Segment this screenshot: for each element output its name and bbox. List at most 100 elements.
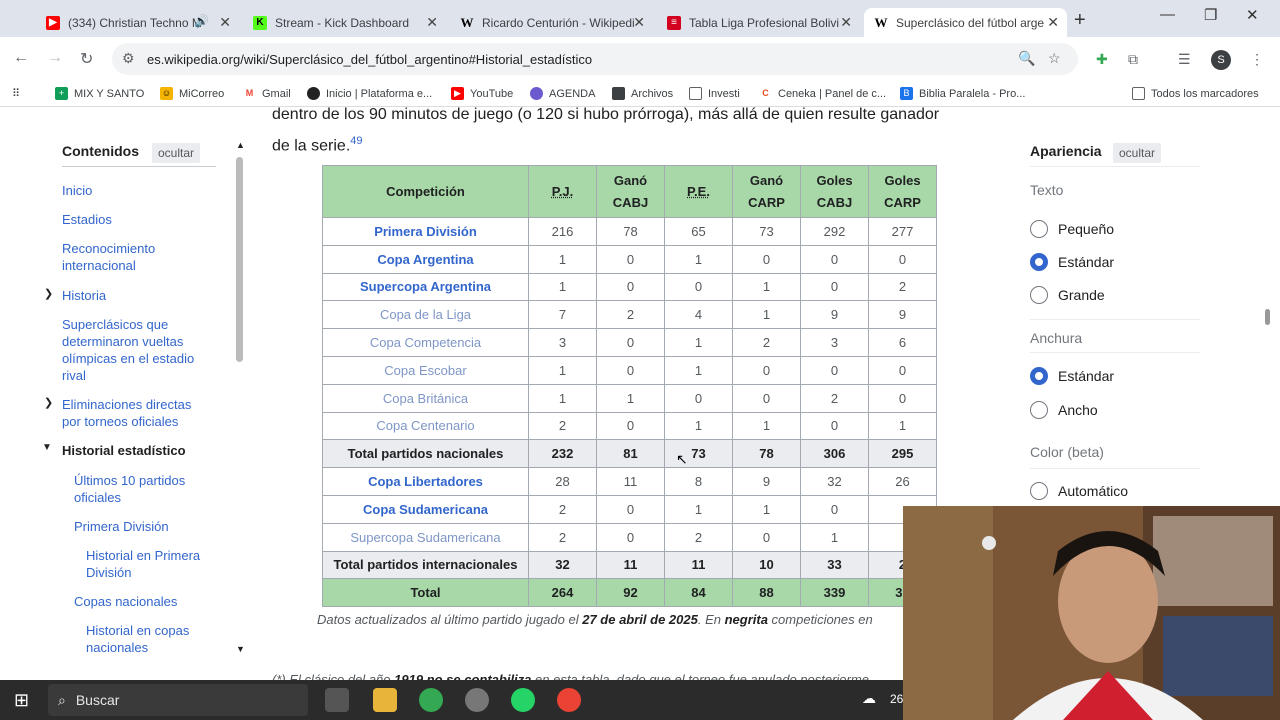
bookmark-item[interactable]: C Ceneka | Panel de c... [759, 87, 886, 100]
reload-icon[interactable]: ↻ [80, 49, 93, 69]
menu-icon[interactable]: ⋮ [1250, 51, 1264, 68]
extensions-icon[interactable]: ⧉ [1128, 51, 1138, 68]
radio-color-auto[interactable]: Automático [1030, 482, 1128, 500]
forward-icon[interactable]: → [47, 49, 63, 67]
toc-item-estadios[interactable]: Estadios [62, 211, 112, 228]
bookmark-item[interactable]: ▶ YouTube [451, 87, 513, 100]
bookmark-star-icon[interactable]: ☆ [1048, 50, 1061, 67]
toc-scrollbar[interactable] [236, 157, 243, 362]
toc-item-primera-division[interactable]: Primera División [74, 518, 169, 535]
avatar[interactable]: S [1211, 50, 1231, 70]
competition-link[interactable]: Primera División [374, 224, 477, 239]
site-info-icon[interactable]: ⚙ [122, 50, 135, 67]
page-scrollbar[interactable] [1265, 309, 1270, 325]
close-icon[interactable]: ✕ [1047, 14, 1059, 31]
competition-link[interactable]: Supercopa Sudamericana [350, 530, 500, 545]
bookmark-item[interactable]: Inicio | Plataforma e... [307, 87, 432, 100]
bookmark-item[interactable]: AGENDA [530, 87, 595, 100]
scroll-up-icon[interactable]: ▲ [236, 140, 245, 150]
toc-item-superclasicos-vueltas[interactable]: Superclásicos que determinaron vueltas o… [62, 316, 212, 384]
back-icon[interactable]: ← [13, 49, 29, 67]
radio-icon[interactable] [1030, 220, 1048, 238]
competition-link[interactable]: Copa Libertadores [368, 474, 483, 489]
windows-start-icon[interactable]: ⊞ [14, 690, 29, 711]
competition-link[interactable]: Copa Británica [383, 391, 468, 406]
close-icon[interactable]: ✕ [840, 14, 852, 31]
table-cell: 0 [868, 383, 937, 413]
radio-selected-icon[interactable] [1030, 367, 1048, 385]
new-tab-button[interactable]: + [1074, 9, 1086, 32]
table-cell: 2 [868, 272, 937, 302]
tab-youtube[interactable]: ▶ (334) Christian Techno M 🔊 ✕ [36, 8, 239, 37]
scroll-down-icon[interactable]: ▼ [236, 644, 245, 654]
tab-kick[interactable]: K Stream - Kick Dashboard ✕ [243, 8, 446, 37]
file-explorer-icon[interactable] [373, 688, 397, 712]
toc-item-ultimos-10[interactable]: Últimos 10 partidos oficiales [74, 472, 214, 506]
competition-link[interactable]: Copa Argentina [377, 252, 473, 267]
radio-icon[interactable] [1030, 286, 1048, 304]
toc-item-historial-primera[interactable]: Historial en Primera División [86, 547, 216, 581]
competition-link[interactable]: Copa Sudamericana [363, 502, 488, 517]
appearance-title: Apariencia [1030, 143, 1102, 159]
taskbar-search[interactable]: ⌕ Buscar [48, 684, 308, 716]
tab-wikipedia-centurion[interactable]: W Ricardo Centurión - Wikipedi ✕ [450, 8, 653, 37]
bookmark-item[interactable]: Investi [689, 87, 740, 100]
bookmark-item[interactable]: M Gmail [243, 87, 291, 100]
tab-superclasico[interactable]: W Superclásico del fútbol arge ✕ [864, 8, 1067, 37]
competition-link[interactable]: Supercopa Argentina [360, 279, 491, 294]
competition-link[interactable]: Copa Centenario [376, 418, 474, 433]
bookmark-item[interactable]: + MIX Y SANTO [55, 87, 144, 100]
chevron-right-icon[interactable]: ❯ [44, 396, 53, 409]
chevron-down-icon[interactable]: ▼ [42, 442, 52, 453]
radio-text-standard[interactable]: Estándar [1030, 253, 1114, 271]
table-cell: 292 [800, 217, 869, 246]
reference-link[interactable]: 49 [350, 135, 362, 147]
toc-item-eliminaciones[interactable]: Eliminaciones directas por torneos ofici… [62, 396, 212, 430]
zoom-icon[interactable]: 🔍 [1018, 50, 1035, 67]
bookmark-item[interactable]: B Biblia Paralela - Pro... [900, 87, 1025, 100]
toc-item-historial-copas[interactable]: Historial en copas nacionales [86, 622, 216, 656]
window-close-icon[interactable]: ✕ [1246, 6, 1259, 24]
close-icon[interactable]: ✕ [219, 14, 231, 31]
speaker-icon[interactable]: 🔊 [194, 14, 209, 28]
toc-item-historial-estadistico[interactable]: Historial estadístico [62, 442, 186, 459]
chrome-icon[interactable] [557, 688, 581, 712]
chrome-icon[interactable] [419, 688, 443, 712]
radio-icon[interactable] [1030, 482, 1048, 500]
restore-icon[interactable]: ❐ [1204, 6, 1217, 24]
chevron-right-icon[interactable]: ❯ [44, 287, 53, 300]
toc-item-historia[interactable]: Historia [62, 287, 106, 304]
competition-link[interactable]: Copa Competencia [370, 335, 481, 350]
minimize-icon[interactable]: — [1160, 6, 1175, 23]
all-bookmarks[interactable]: Todos los marcadores [1132, 87, 1259, 100]
apps-icon[interactable]: ⠿ [12, 87, 20, 100]
appearance-hide-button[interactable]: ocultar [1113, 143, 1162, 163]
toc-item-inicio[interactable]: Inicio [62, 182, 92, 199]
competition-link[interactable]: Copa Escobar [384, 363, 466, 378]
radio-text-large[interactable]: Grande [1030, 286, 1105, 304]
close-icon[interactable]: ✕ [426, 14, 438, 31]
competition-link[interactable]: Copa de la Liga [380, 307, 471, 322]
table-row: Copa Británica 1 1 0 0 2 0 [322, 383, 937, 413]
radio-selected-icon[interactable] [1030, 253, 1048, 271]
media-icon[interactable]: ☰ [1178, 51, 1191, 68]
extension-plus-icon[interactable]: ✚ [1096, 51, 1108, 68]
radio-width-standard[interactable]: Estándar [1030, 367, 1114, 385]
radio-width-wide[interactable]: Ancho [1030, 401, 1098, 419]
close-icon[interactable]: ✕ [633, 14, 645, 31]
address-bar[interactable]: ⚙ es.wikipedia.org/wiki/Superclásico_del… [112, 43, 1078, 75]
task-view-icon[interactable] [325, 688, 349, 712]
toc-item-copas-nacionales[interactable]: Copas nacionales [74, 593, 177, 610]
table-header-row: Competición P.J. Ganó CABJ P.E. Ganó CAR… [322, 165, 937, 218]
bookmark-item[interactable]: ☺ MiCorreo [160, 87, 224, 100]
radio-text-small[interactable]: Pequeño [1030, 220, 1114, 238]
app-icon[interactable] [465, 688, 489, 712]
weather-icon[interactable]: ☁ [862, 690, 876, 707]
toc-item-reconocimiento[interactable]: Reconocimiento internacional [62, 240, 202, 274]
mouse-cursor-icon: ↖ [676, 451, 688, 467]
bookmark-item[interactable]: Archivos [612, 87, 673, 100]
whatsapp-icon[interactable] [511, 688, 535, 712]
tab-tabla-liga[interactable]: ≡ Tabla Liga Profesional Bolivi ✕ [657, 8, 860, 37]
toc-hide-button[interactable]: ocultar [152, 143, 201, 163]
radio-icon[interactable] [1030, 401, 1048, 419]
